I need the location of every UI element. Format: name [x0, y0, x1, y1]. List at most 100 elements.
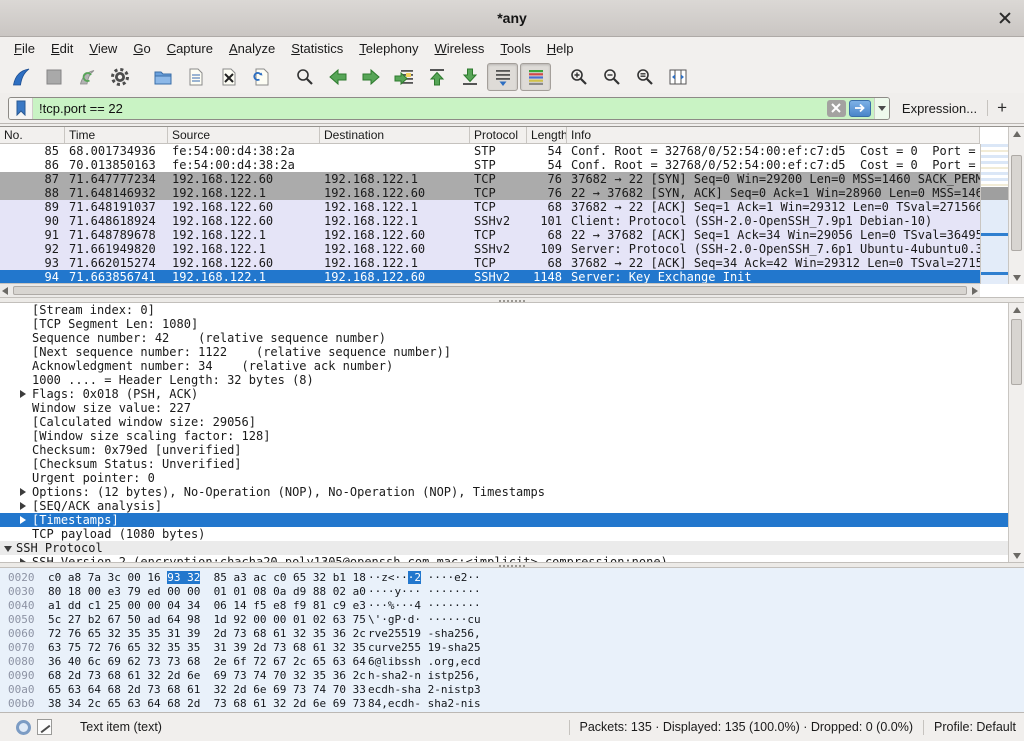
packet-row[interactable]: 9471.663856741192.168.122.1192.168.122.6…: [0, 270, 980, 284]
hex-row[interactable]: 0040a1 dd c1 25 00 00 04 34 06 14 f5 e8 …: [0, 599, 1024, 613]
expand-icon[interactable]: [20, 485, 32, 499]
menu-item-capture[interactable]: Capture: [159, 39, 221, 58]
go-back-button[interactable]: [322, 63, 353, 91]
col-header-no[interactable]: No.: [0, 127, 65, 143]
scrollbar-thumb[interactable]: [1011, 319, 1022, 385]
detail-row[interactable]: Flags: 0x018 (PSH, ACK): [0, 387, 1024, 401]
detail-row[interactable]: Options: (12 bytes), No-Operation (NOP),…: [0, 485, 1024, 499]
find-packet-button[interactable]: [289, 63, 320, 91]
detail-row[interactable]: 1000 .... = Header Length: 32 bytes (8): [0, 373, 1024, 387]
expression-button[interactable]: Expression...: [902, 101, 977, 116]
scroll-down-icon[interactable]: [1009, 271, 1024, 284]
hex-row[interactable]: 00505c 27 b2 67 50 ad 64 98 1d 92 00 00 …: [0, 613, 1024, 627]
packet-row[interactable]: 9071.648618924192.168.122.60192.168.122.…: [0, 214, 980, 228]
stop-capture-button[interactable]: [38, 63, 69, 91]
col-header-info[interactable]: Info: [567, 127, 980, 143]
scrollbar-thumb[interactable]: [1011, 155, 1022, 251]
hex-row[interactable]: 00a065 63 64 68 2d 73 68 61 32 2d 6e 69 …: [0, 683, 1024, 697]
scroll-right-icon[interactable]: [972, 287, 978, 295]
scroll-up-icon[interactable]: [1009, 303, 1024, 316]
reload-file-button[interactable]: [246, 63, 277, 91]
col-header-protocol[interactable]: Protocol: [470, 127, 527, 143]
hex-row[interactable]: 0020c0 a8 7a 3c 00 16 93 32 85 a3 ac c0 …: [0, 571, 1024, 585]
add-filter-button[interactable]: +: [988, 98, 1016, 118]
hex-row[interactable]: 009068 2d 73 68 61 32 2d 6e 69 73 74 70 …: [0, 669, 1024, 683]
packet-row[interactable]: 8670.013850163fe:54:00:d4:38:2aSTP54Conf…: [0, 158, 980, 172]
save-file-button[interactable]: [180, 63, 211, 91]
packet-row[interactable]: 8971.648191037192.168.122.60192.168.122.…: [0, 200, 980, 214]
hscrollbar-thumb[interactable]: [13, 286, 967, 295]
packet-row[interactable]: 9171.648789678192.168.122.1192.168.122.6…: [0, 228, 980, 242]
hex-row[interactable]: 003080 18 00 e3 79 ed 00 00 01 01 08 0a …: [0, 585, 1024, 599]
menu-item-wireless[interactable]: Wireless: [427, 39, 493, 58]
menu-item-edit[interactable]: Edit: [43, 39, 81, 58]
expand-icon[interactable]: [20, 513, 32, 527]
menu-item-help[interactable]: Help: [539, 39, 582, 58]
menu-item-tools[interactable]: Tools: [492, 39, 538, 58]
detail-row[interactable]: [Next sequence number: 1122 (relative se…: [0, 345, 1024, 359]
filter-apply-button[interactable]: [849, 100, 871, 117]
colorize-toggle[interactable]: [520, 63, 551, 91]
go-to-packet-button[interactable]: [388, 63, 419, 91]
detail-row[interactable]: [TCP Segment Len: 1080]: [0, 317, 1024, 331]
close-file-button[interactable]: [213, 63, 244, 91]
auto-scroll-toggle[interactable]: [487, 63, 518, 91]
expand-icon[interactable]: [20, 555, 32, 562]
hex-row[interactable]: 008036 40 6c 69 62 73 73 68 2e 6f 72 67 …: [0, 655, 1024, 669]
detail-row[interactable]: [Window size scaling factor: 128]: [0, 429, 1024, 443]
packet-list-vscrollbar[interactable]: [1008, 127, 1024, 284]
start-capture-button[interactable]: [5, 63, 36, 91]
detail-row[interactable]: [Checksum Status: Unverified]: [0, 457, 1024, 471]
detail-row[interactable]: SSH Protocol: [0, 541, 1024, 555]
packet-row[interactable]: 9271.661949820192.168.122.1192.168.122.6…: [0, 242, 980, 256]
packet-row[interactable]: 8568.001734936fe:54:00:d4:38:2aSTP54Conf…: [0, 144, 980, 158]
open-file-button[interactable]: [147, 63, 178, 91]
detail-row[interactable]: TCP payload (1080 bytes): [0, 527, 1024, 541]
expert-info-icon[interactable]: [16, 720, 31, 735]
zoom-out-button[interactable]: [596, 63, 627, 91]
detail-row[interactable]: Sequence number: 42 (relative sequence n…: [0, 331, 1024, 345]
filter-bookmark-button[interactable]: [9, 98, 33, 119]
scroll-left-icon[interactable]: [2, 287, 8, 295]
detail-row[interactable]: Window size value: 227: [0, 401, 1024, 415]
hex-row[interactable]: 007063 75 72 76 65 32 35 35 31 39 2d 73 …: [0, 641, 1024, 655]
menu-item-telephony[interactable]: Telephony: [351, 39, 426, 58]
hex-row[interactable]: 006072 76 65 32 35 35 31 39 2d 73 68 61 …: [0, 627, 1024, 641]
col-header-time[interactable]: Time: [65, 127, 168, 143]
zoom-in-button[interactable]: [563, 63, 594, 91]
filter-clear-button[interactable]: [827, 100, 846, 117]
restart-capture-button[interactable]: [71, 63, 102, 91]
packet-row[interactable]: 9371.662015274192.168.122.60192.168.122.…: [0, 256, 980, 270]
go-forward-button[interactable]: [355, 63, 386, 91]
col-header-source[interactable]: Source: [168, 127, 320, 143]
close-icon[interactable]: [996, 9, 1014, 27]
menu-item-go[interactable]: Go: [125, 39, 158, 58]
menu-item-view[interactable]: View: [81, 39, 125, 58]
expand-icon[interactable]: [20, 387, 32, 401]
detail-row[interactable]: Urgent pointer: 0: [0, 471, 1024, 485]
go-first-button[interactable]: [421, 63, 452, 91]
packet-row[interactable]: 8771.647777234192.168.122.60192.168.122.…: [0, 172, 980, 186]
go-last-button[interactable]: [454, 63, 485, 91]
packet-row[interactable]: 8871.648146932192.168.122.1192.168.122.6…: [0, 186, 980, 200]
detail-row[interactable]: [Stream index: 0]: [0, 303, 1024, 317]
resize-columns-button[interactable]: [662, 63, 693, 91]
capture-options-button[interactable]: [104, 63, 135, 91]
expand-icon[interactable]: [20, 499, 32, 513]
zoom-original-button[interactable]: [629, 63, 660, 91]
detail-row[interactable]: SSH Version 2 (encryption:chacha20-poly1…: [0, 555, 1024, 562]
detail-row[interactable]: [SEQ/ACK analysis]: [0, 499, 1024, 513]
hex-row[interactable]: 00b038 34 2c 65 63 64 68 2d 73 68 61 32 …: [0, 697, 1024, 711]
packet-list-hscrollbar[interactable]: [0, 283, 980, 297]
menu-item-analyze[interactable]: Analyze: [221, 39, 283, 58]
detail-row[interactable]: [Calculated window size: 29056]: [0, 415, 1024, 429]
display-filter-input[interactable]: [33, 98, 827, 119]
collapse-icon[interactable]: [4, 541, 16, 555]
capture-comment-icon[interactable]: [37, 719, 52, 735]
menu-item-statistics[interactable]: Statistics: [283, 39, 351, 58]
col-header-length[interactable]: Length: [527, 127, 567, 143]
intelligent-scrollbar-minimap[interactable]: [980, 144, 1008, 284]
detail-row[interactable]: Checksum: 0x79ed [unverified]: [0, 443, 1024, 457]
scroll-down-icon[interactable]: [1009, 549, 1024, 562]
col-header-destination[interactable]: Destination: [320, 127, 470, 143]
